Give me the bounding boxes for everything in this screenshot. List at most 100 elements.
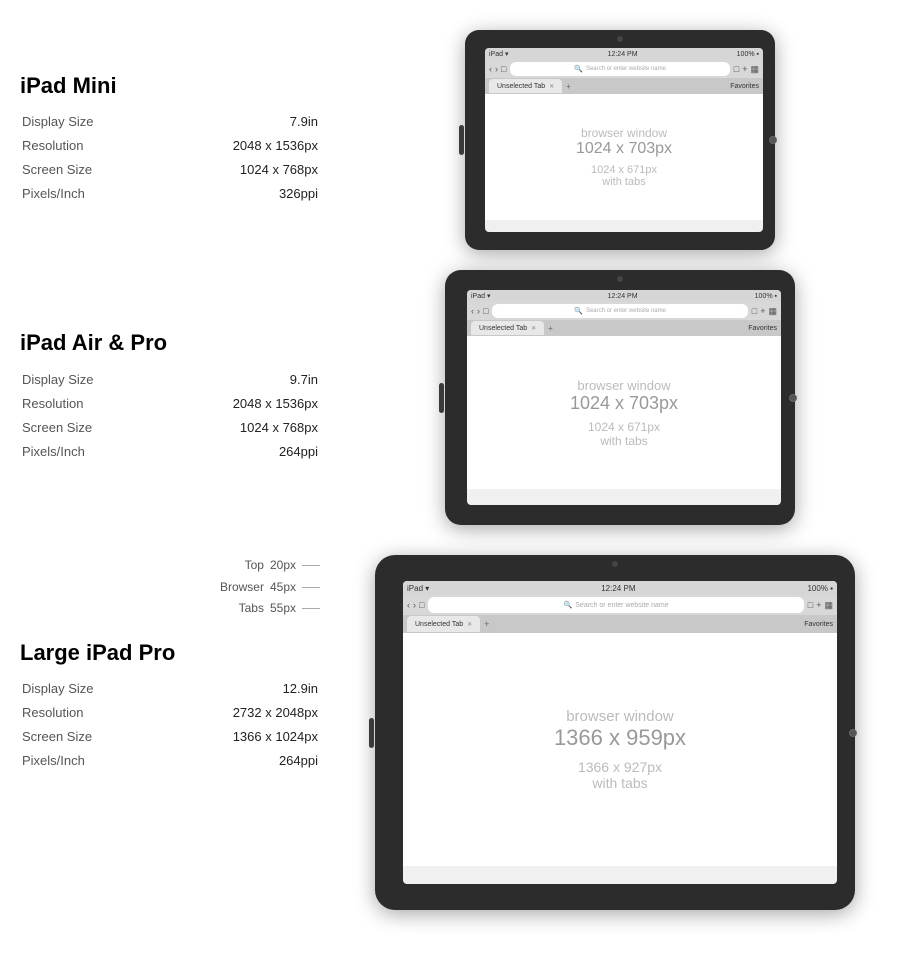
spec-row: Pixels/Inch 264ppi: [22, 750, 318, 772]
annotation-browser: Browser 45px: [20, 577, 320, 599]
ann-browser-value: 45px: [270, 577, 296, 599]
large-specs-table: Display Size 12.9in Resolution 2732 x 20…: [20, 676, 320, 774]
new-tab-icon[interactable]: +: [742, 64, 747, 74]
search-icon: 🔍: [574, 65, 583, 73]
large-status-bar: iPad ▾ 12:24 PM 100% ▪: [403, 581, 837, 595]
spec-value: 7.9in: [134, 111, 318, 133]
large-left-panel: Top 20px Browser 45px Tabs 55px Large iP…: [0, 555, 340, 775]
new-tab-icon[interactable]: +: [760, 306, 765, 316]
mini-specs-panel: iPad Mini Display Size 7.9in Resolution …: [0, 73, 340, 208]
mini-url-bar[interactable]: 🔍 Search or enter website name: [510, 62, 729, 76]
large-tab-label: Unselected Tab: [415, 621, 463, 628]
share-icon[interactable]: □: [808, 600, 813, 610]
large-tab-bar: Unselected Tab ✕ + Favorites: [403, 615, 837, 633]
mini-status-bar: iPad ▾ 12:24 PM 100% ▪: [485, 48, 763, 60]
mini-tab-label: Unselected Tab: [497, 83, 545, 90]
mini-home-button: [769, 136, 777, 144]
bookmarks-icon[interactable]: □: [501, 64, 506, 74]
air-window-dim: 1024 x 703px: [570, 393, 678, 414]
large-status-time: 12:24 PM: [601, 584, 635, 593]
mini-browser-chrome: iPad ▾ 12:24 PM 100% ▪ ‹ › □ 🔍: [485, 48, 763, 94]
large-browser-chrome: iPad ▾ 12:24 PM 100% ▪ ‹ › □ 🔍: [403, 581, 837, 633]
large-tab-plus[interactable]: +: [484, 619, 489, 629]
spec-row: Resolution 2732 x 2048px: [22, 702, 318, 724]
tab-close-icon[interactable]: ✕: [531, 325, 536, 332]
ipad-mini-section: iPad Mini Display Size 7.9in Resolution …: [0, 30, 900, 250]
spec-row: Screen Size 1024 x 768px: [22, 417, 318, 439]
air-frame-wrapper: iPad ▾ 12:24 PM 100% ▪ ‹ › □ 🔍: [340, 270, 900, 525]
mini-ipad-frame: iPad ▾ 12:24 PM 100% ▪ ‹ › □ 🔍: [465, 30, 775, 250]
tabs-icon[interactable]: ▦: [824, 600, 833, 611]
back-icon[interactable]: ‹: [489, 64, 492, 74]
large-window-sub: 1366 x 927pxwith tabs: [578, 759, 662, 791]
air-unselected-tab[interactable]: Unselected Tab ✕: [471, 321, 544, 335]
air-browser-content: browser window 1024 x 703px 1024 x 671px…: [467, 336, 781, 489]
mini-unselected-tab[interactable]: Unselected Tab ✕: [489, 79, 562, 93]
share-icon[interactable]: □: [734, 64, 739, 74]
spec-value: 326ppi: [134, 183, 318, 205]
air-ipad-frame: iPad ▾ 12:24 PM 100% ▪ ‹ › □ 🔍: [445, 270, 795, 525]
bookmarks-icon[interactable]: □: [419, 600, 424, 610]
new-tab-icon[interactable]: +: [816, 600, 821, 610]
air-window-label: browser window: [577, 378, 670, 393]
large-browser-content: browser window 1366 x 959px 1366 x 927px…: [403, 633, 837, 866]
air-url-text: Search or enter website name: [586, 308, 666, 314]
air-status-bar: iPad ▾ 12:24 PM 100% ▪: [467, 290, 781, 302]
page-wrapper: iPad Mini Display Size 7.9in Resolution …: [0, 0, 900, 950]
tabs-icon[interactable]: ▦: [750, 64, 759, 75]
spec-value: 264ppi: [134, 441, 318, 463]
spec-label: Resolution: [22, 702, 132, 724]
large-annotations-area: Top 20px Browser 45px Tabs 55px: [20, 555, 320, 620]
air-window-sub: 1024 x 671pxwith tabs: [588, 420, 660, 448]
spec-value: 264ppi: [134, 750, 318, 772]
large-favorites-label: Favorites: [804, 621, 833, 628]
spec-label: Display Size: [22, 369, 132, 391]
air-screen: iPad ▾ 12:24 PM 100% ▪ ‹ › □ 🔍: [467, 290, 781, 505]
large-unselected-tab[interactable]: Unselected Tab ✕: [407, 616, 480, 632]
spec-label: Display Size: [22, 678, 132, 700]
air-status-time: 12:24 PM: [608, 293, 638, 300]
annotation-top: Top 20px: [20, 555, 320, 577]
air-camera: [617, 276, 623, 282]
spec-value: 2048 x 1536px: [134, 135, 318, 157]
spec-value: 12.9in: [134, 678, 318, 700]
mini-tab-plus[interactable]: +: [566, 82, 571, 91]
tab-close-icon[interactable]: ✕: [467, 621, 472, 628]
spec-value: 1366 x 1024px: [134, 726, 318, 748]
air-tab-plus[interactable]: +: [548, 324, 553, 333]
large-url-bar[interactable]: 🔍 Search or enter website name: [428, 597, 803, 613]
ann-tabs-label: Tabs: [239, 598, 264, 620]
ann-top-label: Top: [245, 555, 264, 577]
ann-tick-browser: [302, 587, 320, 588]
spec-label: Display Size: [22, 111, 132, 133]
share-icon[interactable]: □: [752, 306, 757, 316]
bookmarks-icon[interactable]: □: [483, 306, 488, 316]
tabs-icon[interactable]: ▦: [768, 306, 777, 317]
mini-browser-topbar: ‹ › □ 🔍 Search or enter website name □ +: [485, 60, 763, 78]
spec-value: 1024 x 768px: [134, 159, 318, 181]
air-tab-label: Unselected Tab: [479, 325, 527, 332]
large-url-text: Search or enter website name: [575, 602, 668, 609]
air-tab-bar: Unselected Tab ✕ + Favorites: [467, 320, 781, 336]
large-action-icons: □ + ▦: [808, 600, 833, 611]
large-browser-topbar: ‹ › □ 🔍 Search or enter website name □ +: [403, 595, 837, 615]
back-icon[interactable]: ‹: [471, 306, 474, 316]
air-url-bar[interactable]: 🔍 Search or enter website name: [492, 304, 747, 318]
mini-nav-icons: ‹ › □: [489, 64, 506, 74]
mini-favorites-label: Favorites: [730, 83, 759, 90]
mini-window-dim: 1024 x 703px: [576, 140, 672, 158]
forward-icon[interactable]: ›: [495, 64, 498, 74]
tab-close-icon[interactable]: ✕: [549, 83, 554, 90]
mini-window-label: browser window: [581, 126, 667, 140]
mini-title: iPad Mini: [20, 73, 320, 99]
spec-row: Screen Size 1024 x 768px: [22, 159, 318, 181]
air-status-right: 100% ▪: [755, 293, 777, 300]
spec-row: Display Size 12.9in: [22, 678, 318, 700]
forward-icon[interactable]: ›: [413, 600, 416, 610]
forward-icon[interactable]: ›: [477, 306, 480, 316]
back-icon[interactable]: ‹: [407, 600, 410, 610]
large-ipad-frame: iPad ▾ 12:24 PM 100% ▪ ‹ › □ 🔍: [375, 555, 855, 910]
large-ipad-section: Top 20px Browser 45px Tabs 55px Large iP…: [0, 555, 900, 910]
air-action-icons: □ + ▦: [752, 306, 777, 317]
spec-row: Display Size 7.9in: [22, 111, 318, 133]
